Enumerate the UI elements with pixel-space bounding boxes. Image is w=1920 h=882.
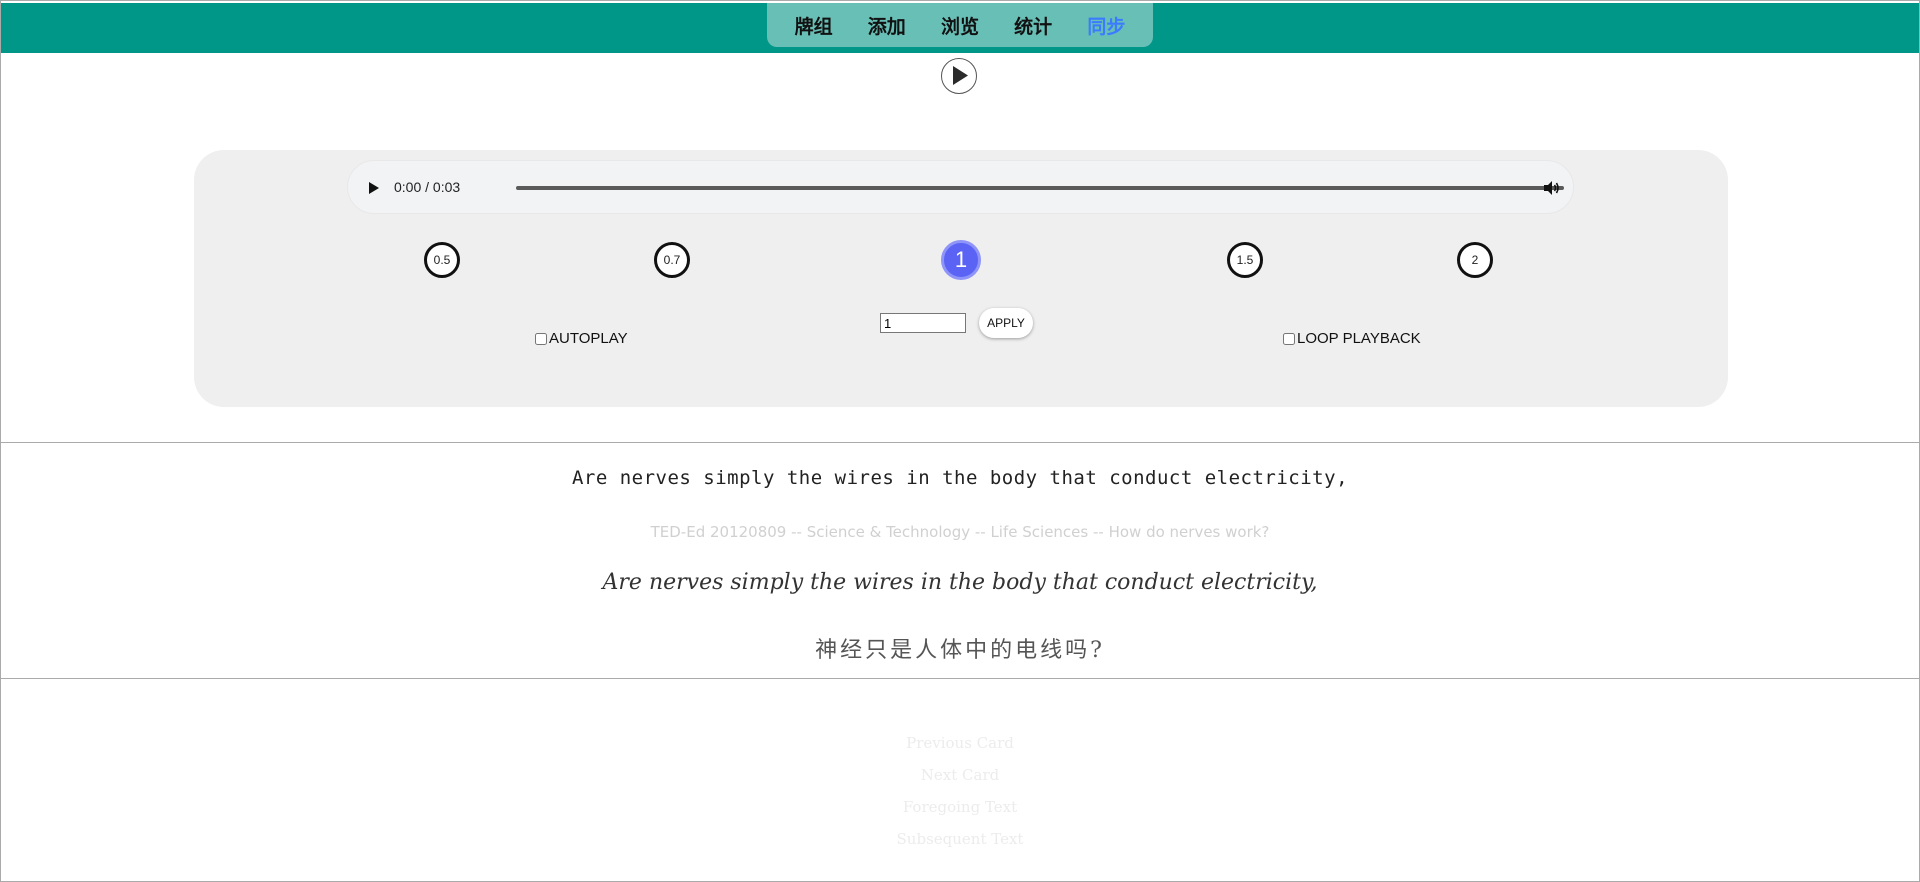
tab-stats[interactable]: 统计: [1014, 12, 1052, 39]
speed-option-1-5[interactable]: 1.5: [1227, 242, 1263, 278]
speed-option-1[interactable]: 1: [941, 240, 981, 280]
autoplay-option[interactable]: AUTOPLAY: [535, 330, 628, 347]
autoplay-label: AUTOPLAY: [549, 330, 628, 347]
loop-playback-checkbox[interactable]: [1283, 332, 1295, 345]
audio-time: 0:00 / 0:03: [394, 179, 461, 195]
subsequent-text-link[interactable]: Subsequent Text: [1, 829, 1919, 861]
audio-player: 0:00 / 0:03: [347, 160, 1574, 214]
foregoing-text-link[interactable]: Foregoing Text: [1, 797, 1919, 829]
card-navigation: Previous Card Next Card Foregoing Text S…: [1, 733, 1919, 861]
tab-bar: 牌组 添加 浏览 统计 同步: [767, 3, 1153, 47]
apply-button[interactable]: APPLY: [979, 308, 1033, 338]
speed-input[interactable]: [880, 313, 966, 333]
loop-playback-label: LOOP PLAYBACK: [1297, 330, 1421, 347]
tab-decks[interactable]: 牌组: [795, 12, 833, 39]
tab-add[interactable]: 添加: [868, 12, 906, 39]
divider-top: [1, 442, 1919, 443]
tab-sync[interactable]: 同步: [1087, 12, 1125, 39]
app-root: 牌组 添加 浏览 统计 同步 0:00 / 0:03 0.5 0.7 1 1.5…: [0, 0, 1920, 882]
next-card-link[interactable]: Next Card: [1, 765, 1919, 797]
speed-option-0-5[interactable]: 0.5: [424, 242, 460, 278]
sentence-monospace: Are nerves simply the wires in the body …: [571, 467, 1349, 489]
audio-progress-track[interactable]: [516, 186, 1564, 190]
player-panel: 0:00 / 0:03 0.5 0.7 1 1.5 2 APPLY AUTOPL…: [194, 150, 1728, 407]
previous-card-link[interactable]: Previous Card: [1, 733, 1919, 765]
speed-option-2[interactable]: 2: [1457, 242, 1493, 278]
play-audio-button[interactable]: [941, 58, 977, 94]
autoplay-checkbox[interactable]: [535, 332, 547, 345]
sentence-handwritten: Are nerves simply the wires in the body …: [602, 570, 1318, 595]
audio-play-icon[interactable]: [366, 179, 382, 197]
translation-text: 神经只是人体中的电线吗?: [815, 638, 1105, 663]
divider-bottom: [1, 678, 1919, 679]
loop-playback-option[interactable]: LOOP PLAYBACK: [1283, 330, 1421, 347]
speed-option-0-7[interactable]: 0.7: [654, 242, 690, 278]
volume-icon[interactable]: [1541, 178, 1561, 198]
top-bar: 牌组 添加 浏览 统计 同步: [1, 3, 1919, 53]
source-label: TED-Ed 20120809 -- Science & Technology …: [650, 523, 1270, 541]
tab-browse[interactable]: 浏览: [941, 12, 979, 39]
play-icon: [953, 66, 968, 85]
